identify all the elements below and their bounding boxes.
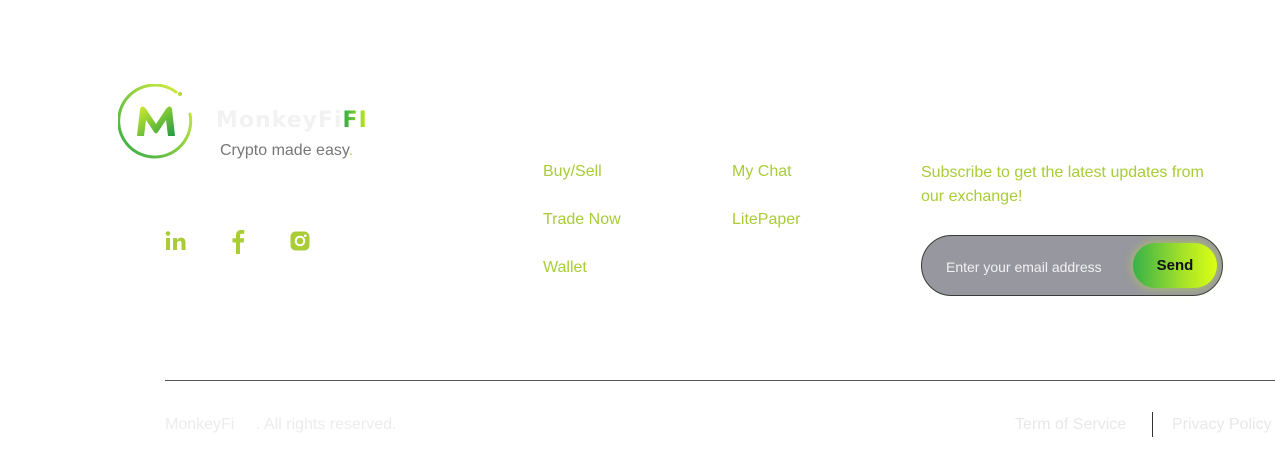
linkedin-glyph [165, 231, 186, 250]
privacy-policy-link[interactable]: Privacy Policy [1172, 416, 1272, 434]
footer-rights: . All rights reserved. [256, 416, 397, 433]
footer-divider [165, 380, 1275, 381]
email-input[interactable] [944, 253, 1128, 281]
nav-link-wallet[interactable]: Wallet [543, 259, 587, 277]
nav-link-buy-sell[interactable]: Buy/Sell [543, 163, 602, 181]
tagline-dot: . [348, 142, 354, 159]
instagram-icon[interactable] [287, 228, 313, 254]
nav-link-trade-now[interactable]: Trade Now [543, 211, 621, 229]
facebook-glyph [232, 229, 245, 254]
subscribe-text: Subscribe to get the latest updates from… [921, 164, 1204, 205]
brand-name: MonkeyFiFI [216, 108, 368, 133]
brand-tagline: Crypto made easy. [220, 142, 354, 159]
footer-separator [1152, 412, 1153, 437]
footer-brand: MonkeyFi [165, 416, 235, 433]
brand-logo-block[interactable]: MonkeyFiFI Crypto made easy. [118, 84, 418, 174]
terms-of-service-link[interactable]: Term of Service [1015, 416, 1126, 434]
linkedin-icon[interactable] [163, 228, 189, 254]
send-button[interactable]: Send [1133, 243, 1217, 288]
email-subscribe-form: Send [921, 235, 1223, 296]
monkeyfi-logo-icon [118, 84, 193, 159]
nav-link-litepaper[interactable]: LitePaper [732, 211, 801, 229]
nav-link-my-chat[interactable]: My Chat [732, 163, 792, 181]
facebook-icon[interactable] [225, 228, 251, 254]
instagram-glyph [290, 231, 310, 251]
brand-name-suffix: FI [342, 108, 368, 133]
